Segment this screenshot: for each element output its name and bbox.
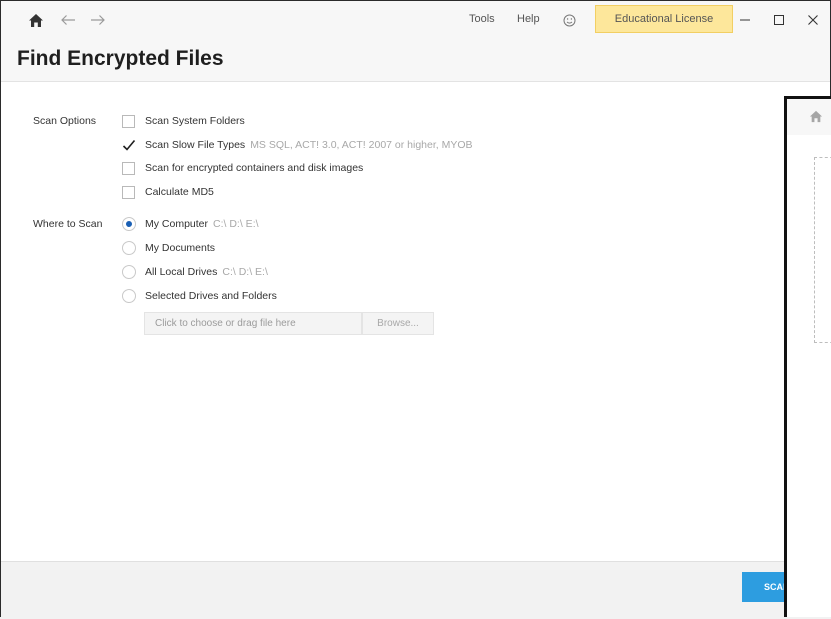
my-documents-label: My Documents [145,242,216,254]
file-path-input[interactable]: Click to choose or drag file here [144,312,362,335]
overlapping-window [784,96,831,617]
home-icon[interactable] [25,9,47,31]
calculate-md5-checkbox[interactable] [122,185,135,199]
calculate-md5-label: Calculate MD5 [145,186,214,198]
scan-slow-file-types-option[interactable]: Scan Slow File Types MS SQL, ACT! 3.0, A… [122,136,473,154]
page-title: Find Encrypted Files [17,47,224,70]
close-icon[interactable] [802,9,824,31]
overlapping-window-titlebar [787,99,831,135]
smiley-icon[interactable] [558,9,580,31]
home-icon[interactable] [809,110,823,128]
scan-containers-option[interactable]: Scan for encrypted containers and disk i… [122,159,363,177]
back-arrow-icon[interactable] [57,9,79,31]
main-window: Tools Help Educational License Find Encr… [0,0,831,619]
help-menu[interactable]: Help [517,13,540,25]
calculate-md5-option[interactable]: Calculate MD5 [122,183,214,201]
scan-system-folders-checkbox[interactable] [122,114,135,128]
browse-button[interactable]: Browse... [362,312,434,335]
scan-slow-file-types-checkbox[interactable] [122,139,135,152]
my-documents-radio[interactable] [122,241,136,255]
drop-zone[interactable] [814,157,831,343]
all-local-drives-radio[interactable] [122,265,136,279]
where-to-scan-label: Where to Scan [33,218,103,230]
forward-arrow-icon[interactable] [87,9,109,31]
scan-containers-label: Scan for encrypted containers and disk i… [145,162,364,174]
scan-system-folders-option[interactable]: Scan System Folders [122,112,245,130]
tools-menu[interactable]: Tools [469,13,495,25]
page-header: Find Encrypted Files [1,39,830,82]
selected-drives-option[interactable]: Selected Drives and Folders [122,287,277,305]
footer-bar [1,561,830,619]
scan-slow-file-types-label: Scan Slow File Types [145,139,246,151]
minimize-icon[interactable] [734,9,756,31]
all-local-drives-label: All Local Drives [145,266,218,278]
selected-drives-label: Selected Drives and Folders [145,290,277,302]
my-computer-label: My Computer [145,218,209,230]
title-bar: Tools Help Educational License [1,1,830,39]
selected-drives-radio[interactable] [122,289,136,303]
my-computer-drives-hint: C:\ D:\ E:\ [213,218,259,230]
scan-options-label: Scan Options [33,115,97,127]
license-badge[interactable]: Educational License [595,5,733,33]
my-documents-option[interactable]: My Documents [122,239,215,257]
scan-system-folders-label: Scan System Folders [145,115,245,127]
all-local-drives-option[interactable]: All Local Drives C:\ D:\ E:\ [122,263,268,281]
slow-file-types-hint: MS SQL, ACT! 3.0, ACT! 2007 or higher, M… [250,139,473,151]
all-local-drives-hint: C:\ D:\ E:\ [222,266,268,278]
maximize-icon[interactable] [768,9,790,31]
checkmark-icon [122,139,136,152]
my-computer-radio[interactable] [122,217,136,231]
scan-containers-checkbox[interactable] [122,161,135,175]
my-computer-option[interactable]: My Computer C:\ D:\ E:\ [122,215,259,233]
